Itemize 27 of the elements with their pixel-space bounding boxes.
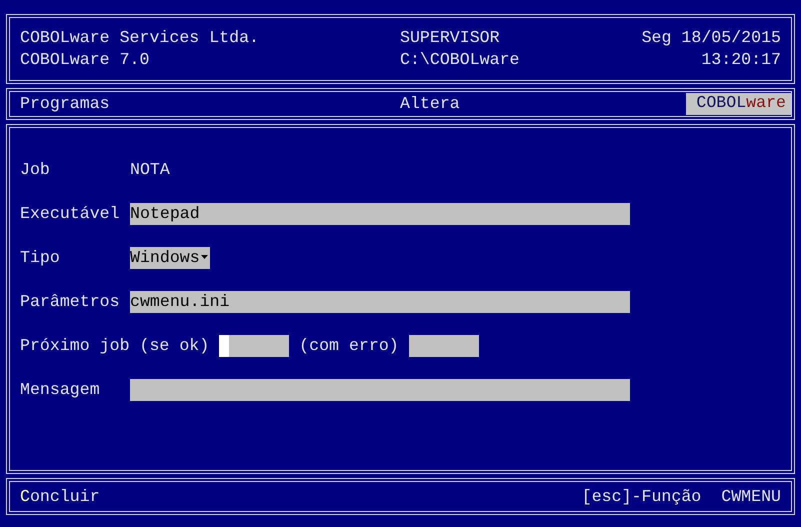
field-label: Job	[20, 160, 51, 180]
caret-icon	[200, 255, 209, 260]
input-field[interactable]	[219, 334, 290, 357]
module-title: Programas	[20, 92, 110, 115]
field-value: NOTA	[130, 160, 170, 180]
path-text: C:\COBOLware	[400, 48, 520, 71]
company-name: COBOLware Services Ltda.	[20, 26, 259, 49]
date-text: Seg 18/05/2015	[642, 26, 782, 49]
conclude-action[interactable]: Concluir	[20, 487, 100, 506]
escape-hint: [esc]-Função	[582, 487, 702, 506]
user-name: SUPERVISOR	[400, 26, 500, 49]
field-label: Próximo job (se ok)	[20, 336, 210, 356]
product-version: COBOLware 7.0	[20, 48, 150, 71]
logo: COBOLware	[686, 92, 791, 115]
time-text: 13:20:17	[701, 48, 782, 71]
dropdown[interactable]: Windows	[130, 246, 210, 269]
input-field[interactable]	[408, 334, 479, 357]
input-field[interactable]: Notepad	[130, 202, 630, 225]
field-label: Tipo	[20, 248, 61, 268]
input-field[interactable]: cwmenu.ini	[130, 290, 630, 313]
field-label: Parâmetros	[20, 292, 121, 312]
input-field[interactable]	[130, 378, 630, 401]
field-label: Executável	[20, 204, 121, 224]
field-label: (com erro)	[299, 336, 399, 356]
field-label: Mensagem	[20, 380, 101, 400]
mode-text: Altera	[400, 92, 460, 115]
program-name: CWMENU	[721, 487, 781, 506]
